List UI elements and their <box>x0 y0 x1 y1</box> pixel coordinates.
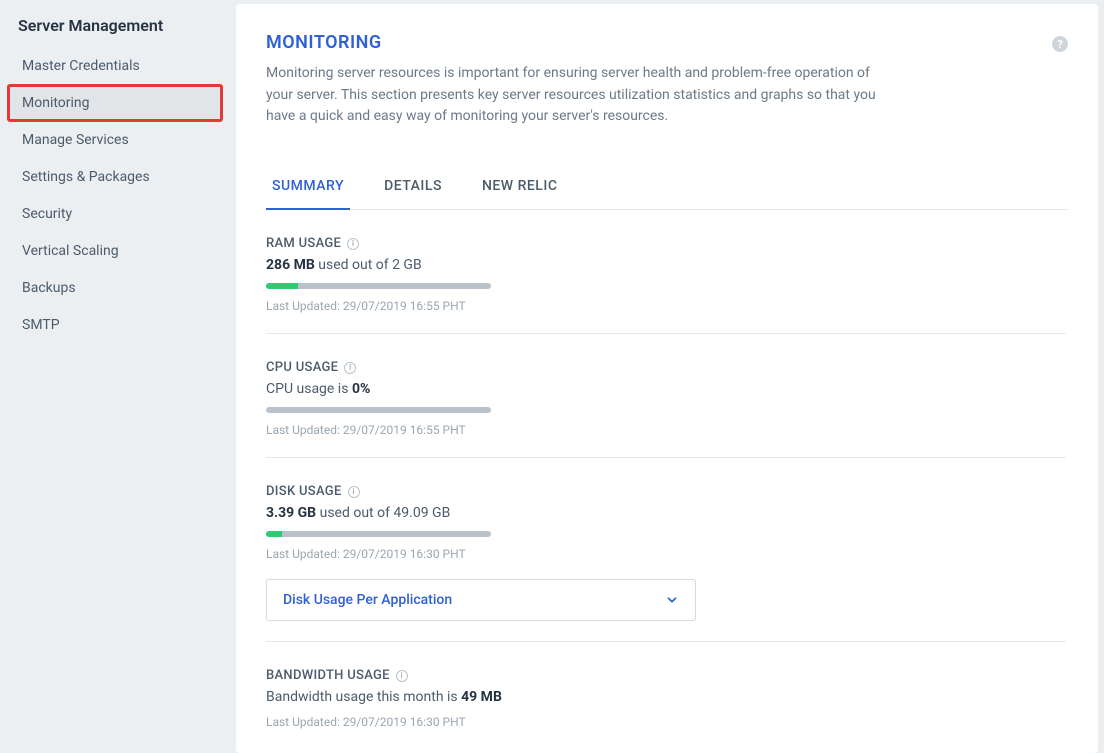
sidebar-item-settings-packages[interactable]: Settings & Packages <box>8 159 222 195</box>
tabs: SUMMARY DETAILS NEW RELIC <box>266 168 1068 210</box>
sidebar-item-security[interactable]: Security <box>8 196 222 232</box>
metric-disk-suffix: used out of 49.09 GB <box>320 505 451 521</box>
last-updated-disk: 29/07/2019 16:30 PHT <box>343 547 466 561</box>
page-title: MONITORING <box>266 32 1052 53</box>
tab-new-relic[interactable]: NEW RELIC <box>476 168 564 210</box>
metric-disk-value: 3.39 GB <box>266 505 316 521</box>
metric-ram-value: 286 MB <box>266 257 315 273</box>
last-updated-prefix: Last Updated: <box>266 715 340 729</box>
sidebar-item-manage-services[interactable]: Manage Services <box>8 122 222 158</box>
sidebar-item-vertical-scaling[interactable]: Vertical Scaling <box>8 233 222 269</box>
progress-fill-ram <box>266 283 298 289</box>
metric-disk: DISK USAGE i 3.39 GB used out of 49.09 G… <box>266 458 1066 642</box>
sidebar: Server Management Master Credentials Mon… <box>0 0 230 753</box>
help-icon[interactable]: ? <box>1052 36 1068 52</box>
sidebar-title: Server Management <box>8 16 222 47</box>
metric-cpu-title: CPU USAGE <box>266 360 338 375</box>
page-header: MONITORING Monitoring server resources i… <box>266 32 1068 128</box>
metric-disk-title: DISK USAGE <box>266 484 342 499</box>
progress-bar-disk <box>266 531 491 537</box>
info-icon[interactable]: i <box>348 486 360 498</box>
last-updated-cpu: 29/07/2019 16:55 PHT <box>343 423 466 437</box>
metric-ram: RAM USAGE i 286 MB used out of 2 GB Last… <box>266 210 1066 334</box>
metric-bandwidth: BANDWIDTH USAGE i Bandwidth usage this m… <box>266 642 1066 749</box>
metric-bandwidth-title: BANDWIDTH USAGE <box>266 668 390 683</box>
last-updated-prefix: Last Updated: <box>266 423 340 437</box>
metric-cpu-value: 0% <box>352 381 370 397</box>
tab-summary[interactable]: SUMMARY <box>266 168 350 210</box>
tab-details[interactable]: DETAILS <box>378 168 448 210</box>
disk-expand-label: Disk Usage Per Application <box>283 592 452 608</box>
progress-fill-disk <box>266 531 282 537</box>
progress-bar-ram <box>266 283 491 289</box>
metric-bandwidth-prefix: Bandwidth usage this month is <box>266 689 458 705</box>
metric-cpu-prefix: CPU usage is <box>266 381 348 397</box>
metric-bandwidth-value: 49 MB <box>461 689 502 705</box>
last-updated-prefix: Last Updated: <box>266 299 340 313</box>
page-description: Monitoring server resources is important… <box>266 63 876 128</box>
info-icon[interactable]: i <box>347 238 359 250</box>
metric-cpu: CPU USAGE i CPU usage is 0% Last Updated… <box>266 334 1066 458</box>
disk-usage-per-application-toggle[interactable]: Disk Usage Per Application <box>266 579 696 621</box>
sidebar-item-monitoring[interactable]: Monitoring <box>8 85 222 121</box>
progress-bar-cpu <box>266 407 491 413</box>
last-updated-bandwidth: 29/07/2019 16:30 PHT <box>343 715 466 729</box>
sidebar-item-master-credentials[interactable]: Master Credentials <box>8 48 222 84</box>
chevron-down-icon <box>665 593 679 607</box>
metric-ram-suffix: used out of 2 GB <box>318 257 421 273</box>
sidebar-item-backups[interactable]: Backups <box>8 270 222 306</box>
info-icon[interactable]: i <box>396 670 408 682</box>
main-panel: MONITORING Monitoring server resources i… <box>236 4 1098 753</box>
last-updated-prefix: Last Updated: <box>266 547 340 561</box>
sidebar-item-smtp[interactable]: SMTP <box>8 307 222 343</box>
info-icon[interactable]: i <box>344 362 356 374</box>
last-updated-ram: 29/07/2019 16:55 PHT <box>343 299 466 313</box>
metric-ram-title: RAM USAGE <box>266 236 341 251</box>
